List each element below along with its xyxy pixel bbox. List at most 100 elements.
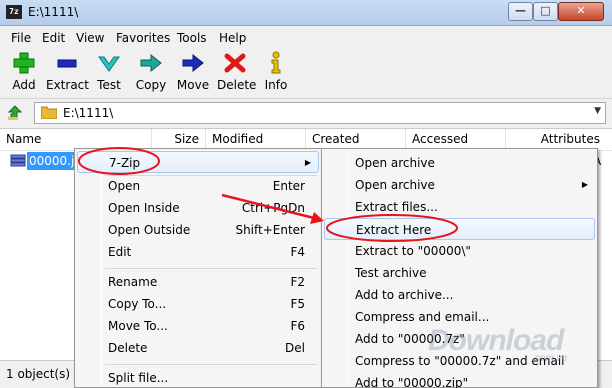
- menu-separator: [105, 268, 317, 269]
- info-button[interactable]: Info: [262, 51, 290, 92]
- plus-icon: [13, 52, 35, 74]
- menu-bar: File Edit View Favorites Tools Help: [0, 27, 612, 49]
- maximize-button[interactable]: □: [533, 2, 558, 21]
- minus-icon: [57, 59, 77, 68]
- toolbar: Add Extract Test Copy Move Delete Info: [0, 49, 612, 99]
- submenu-arrow-icon: ▶: [581, 180, 588, 189]
- add-button[interactable]: Add: [8, 51, 40, 92]
- menu-item-edit[interactable]: Edit F4: [77, 241, 319, 263]
- extract-button[interactable]: Extract: [46, 51, 89, 92]
- delete-x-icon: [224, 53, 246, 73]
- menu-item-open[interactable]: Open Enter: [77, 175, 319, 197]
- menu-item-label: 7-Zip: [109, 156, 141, 170]
- add-label: Add: [12, 78, 36, 92]
- folder-icon: [41, 106, 57, 119]
- menu-item-label: Open archive: [355, 156, 435, 170]
- column-attributes[interactable]: Attributes: [506, 129, 606, 150]
- shortcut-label: Ctrl+PgDn: [241, 201, 305, 215]
- copy-label: Copy: [135, 78, 167, 92]
- menu-item-rename[interactable]: Rename F2: [77, 271, 319, 293]
- delete-label: Delete: [217, 78, 257, 92]
- move-arrow-icon: [182, 53, 204, 73]
- menu-view[interactable]: View: [76, 31, 104, 45]
- menu-help[interactable]: Help: [219, 31, 246, 45]
- status-text: 1 object(s) selected: [6, 367, 72, 381]
- shortcut-label: Shift+Enter: [235, 223, 305, 237]
- submenu-add-to-zip[interactable]: Add to "00000.zip": [324, 372, 595, 388]
- move-label: Move: [176, 78, 210, 92]
- check-icon: [98, 56, 120, 72]
- submenu-test-archive[interactable]: Test archive: [324, 262, 595, 284]
- shortcut-label: F5: [290, 297, 305, 311]
- context-menu: 7-Zip ▶ Open Enter Open Inside Ctrl+PgDn…: [74, 148, 322, 388]
- menu-item-label: Open Outside: [108, 223, 191, 237]
- menu-item-label: Rename: [108, 275, 158, 289]
- column-accessed[interactable]: Accessed: [406, 129, 506, 150]
- watermark-domain: .com.vn: [532, 353, 568, 364]
- window-title: E:\1111\: [28, 5, 79, 19]
- move-button[interactable]: Move: [176, 51, 210, 92]
- menu-item-label: Extract to "00000\": [355, 244, 471, 258]
- menu-item-label: Open: [108, 179, 141, 193]
- menu-separator: [105, 364, 317, 365]
- shortcut-label: Enter: [272, 179, 305, 193]
- close-button[interactable]: ✕: [558, 2, 604, 21]
- submenu-extract-files[interactable]: Extract files...: [324, 196, 595, 218]
- shortcut-label: F4: [290, 245, 305, 259]
- menu-edit[interactable]: Edit: [42, 31, 65, 45]
- address-bar: E:\1111\ ▼: [0, 100, 612, 126]
- menu-item-open-outside[interactable]: Open Outside Shift+Enter: [77, 219, 319, 241]
- menu-item-label: Open archive: [355, 178, 435, 192]
- address-path: E:\1111\: [63, 106, 114, 120]
- submenu-open-archive-more[interactable]: Open archive ▶: [324, 174, 595, 196]
- column-name[interactable]: Name: [0, 129, 152, 150]
- menu-item-label: Add to "00000.zip": [355, 376, 469, 388]
- menu-item-label: Move To...: [108, 319, 168, 333]
- shortcut-label: F6: [290, 319, 305, 333]
- copy-button[interactable]: Copy: [134, 51, 168, 92]
- shortcut-label: F2: [290, 275, 305, 289]
- menu-tools[interactable]: Tools: [177, 31, 207, 45]
- file-name: 00000.jar: [27, 152, 75, 170]
- shortcut-label: Del: [285, 341, 305, 355]
- address-input[interactable]: E:\1111\ ▼: [34, 102, 606, 124]
- column-modified[interactable]: Modified: [206, 129, 306, 150]
- submenu-extract-here[interactable]: Extract Here: [324, 218, 595, 240]
- menu-item-7zip[interactable]: 7-Zip ▶: [77, 151, 319, 173]
- menu-item-move-to[interactable]: Move To... F6: [77, 315, 319, 337]
- test-button[interactable]: Test: [94, 51, 124, 92]
- submenu-extract-to[interactable]: Extract to "00000\": [324, 240, 595, 262]
- delete-button[interactable]: Delete: [217, 51, 257, 92]
- app-icon: 7z: [6, 5, 22, 19]
- minimize-button[interactable]: —: [508, 2, 533, 21]
- menu-file[interactable]: File: [11, 31, 31, 45]
- menu-favorites[interactable]: Favorites: [116, 31, 170, 45]
- menu-item-delete[interactable]: Delete Del: [77, 337, 319, 359]
- info-label: Info: [264, 78, 288, 92]
- menu-item-label: Edit: [108, 245, 132, 259]
- column-size[interactable]: Size: [152, 129, 206, 150]
- menu-item-open-inside[interactable]: Open Inside Ctrl+PgDn: [77, 197, 319, 219]
- menu-item-label: Test archive: [355, 266, 427, 280]
- menu-item-label: Copy To...: [108, 297, 167, 311]
- info-icon: [271, 51, 281, 74]
- menu-item-label: Delete: [108, 341, 148, 355]
- submenu-arrow-icon: ▶: [304, 158, 311, 167]
- menu-item-copy-to[interactable]: Copy To... F5: [77, 293, 319, 315]
- up-folder-icon[interactable]: [6, 104, 24, 122]
- submenu-add-to-archive[interactable]: Add to archive...: [324, 284, 595, 306]
- menu-item-split-file[interactable]: Split file...: [77, 367, 319, 388]
- column-created[interactable]: Created: [306, 129, 406, 150]
- extract-label: Extract: [46, 78, 89, 92]
- copy-arrow-icon: [140, 53, 162, 73]
- menu-item-label: Extract files...: [355, 200, 438, 214]
- menu-item-label: Split file...: [108, 371, 169, 385]
- menu-item-label: Add to archive...: [355, 288, 454, 302]
- test-label: Test: [97, 78, 121, 92]
- menu-item-label: Open Inside: [108, 201, 180, 215]
- submenu-open-archive[interactable]: Open archive: [324, 152, 595, 174]
- menu-item-label: Extract Here: [356, 223, 432, 237]
- archive-file-icon: [10, 154, 26, 167]
- title-bar: 7z E:\1111\ — □ ✕: [0, 0, 612, 26]
- chevron-down-icon[interactable]: ▼: [594, 106, 601, 116]
